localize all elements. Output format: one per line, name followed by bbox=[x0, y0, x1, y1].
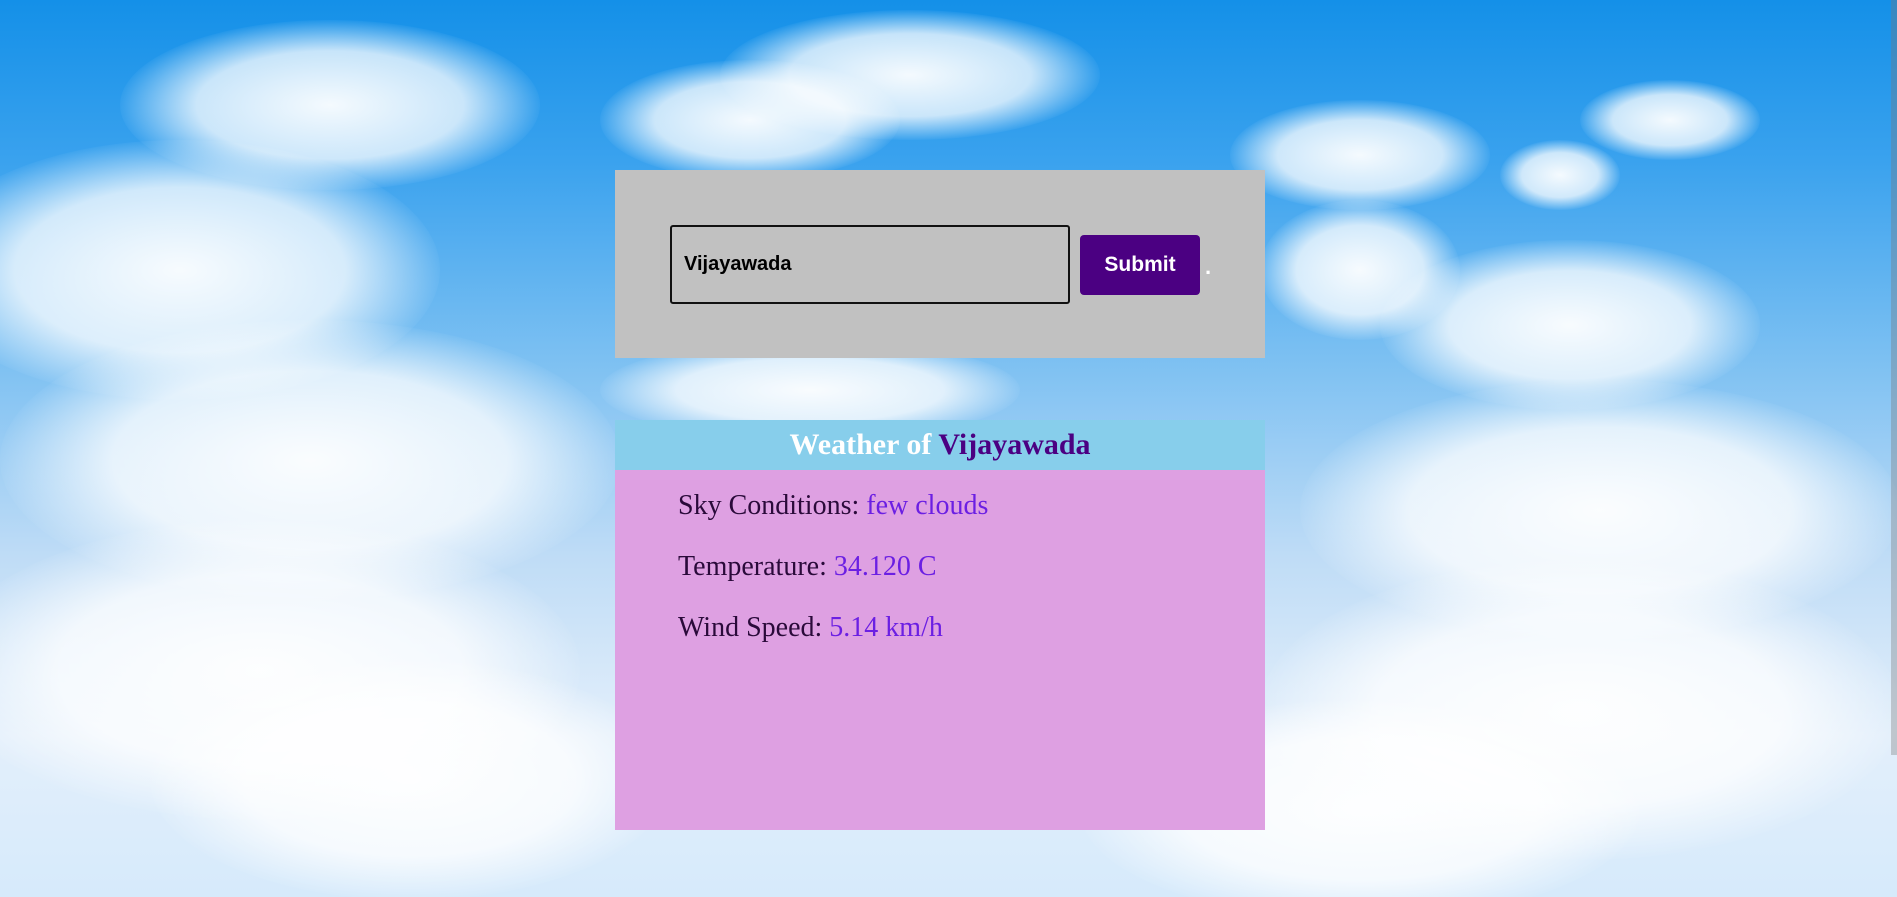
submit-button[interactable]: Submit bbox=[1080, 235, 1200, 295]
sky-conditions-value: few clouds bbox=[866, 490, 989, 521]
temperature-label: Temperature: bbox=[678, 551, 827, 582]
temperature-row: Temperature: 34.120 C bbox=[678, 549, 1265, 585]
weather-card-header: Weather of Vijayawada bbox=[615, 420, 1265, 470]
page-scrollbar[interactable] bbox=[1891, 0, 1897, 755]
weather-card: Weather of Vijayawada Sky Conditions: fe… bbox=[615, 420, 1265, 830]
temperature-value: 34.120 C bbox=[833, 551, 937, 582]
weather-header-prefix: Weather of bbox=[789, 428, 932, 461]
city-search-input[interactable] bbox=[670, 225, 1070, 304]
wind-speed-label: Wind Speed: bbox=[678, 612, 823, 643]
weather-header-city: Vijayawada bbox=[938, 428, 1091, 461]
wind-speed-value: 5.14 km/h bbox=[829, 612, 943, 643]
weather-details: Sky Conditions: few clouds Temperature: … bbox=[615, 470, 1265, 646]
sky-conditions-row: Sky Conditions: few clouds bbox=[678, 488, 1265, 524]
sky-conditions-label: Sky Conditions: bbox=[678, 490, 860, 521]
trailing-dot: . bbox=[1205, 254, 1212, 279]
search-panel: Submit . bbox=[615, 170, 1265, 358]
wind-speed-row: Wind Speed: 5.14 km/h bbox=[678, 610, 1265, 646]
